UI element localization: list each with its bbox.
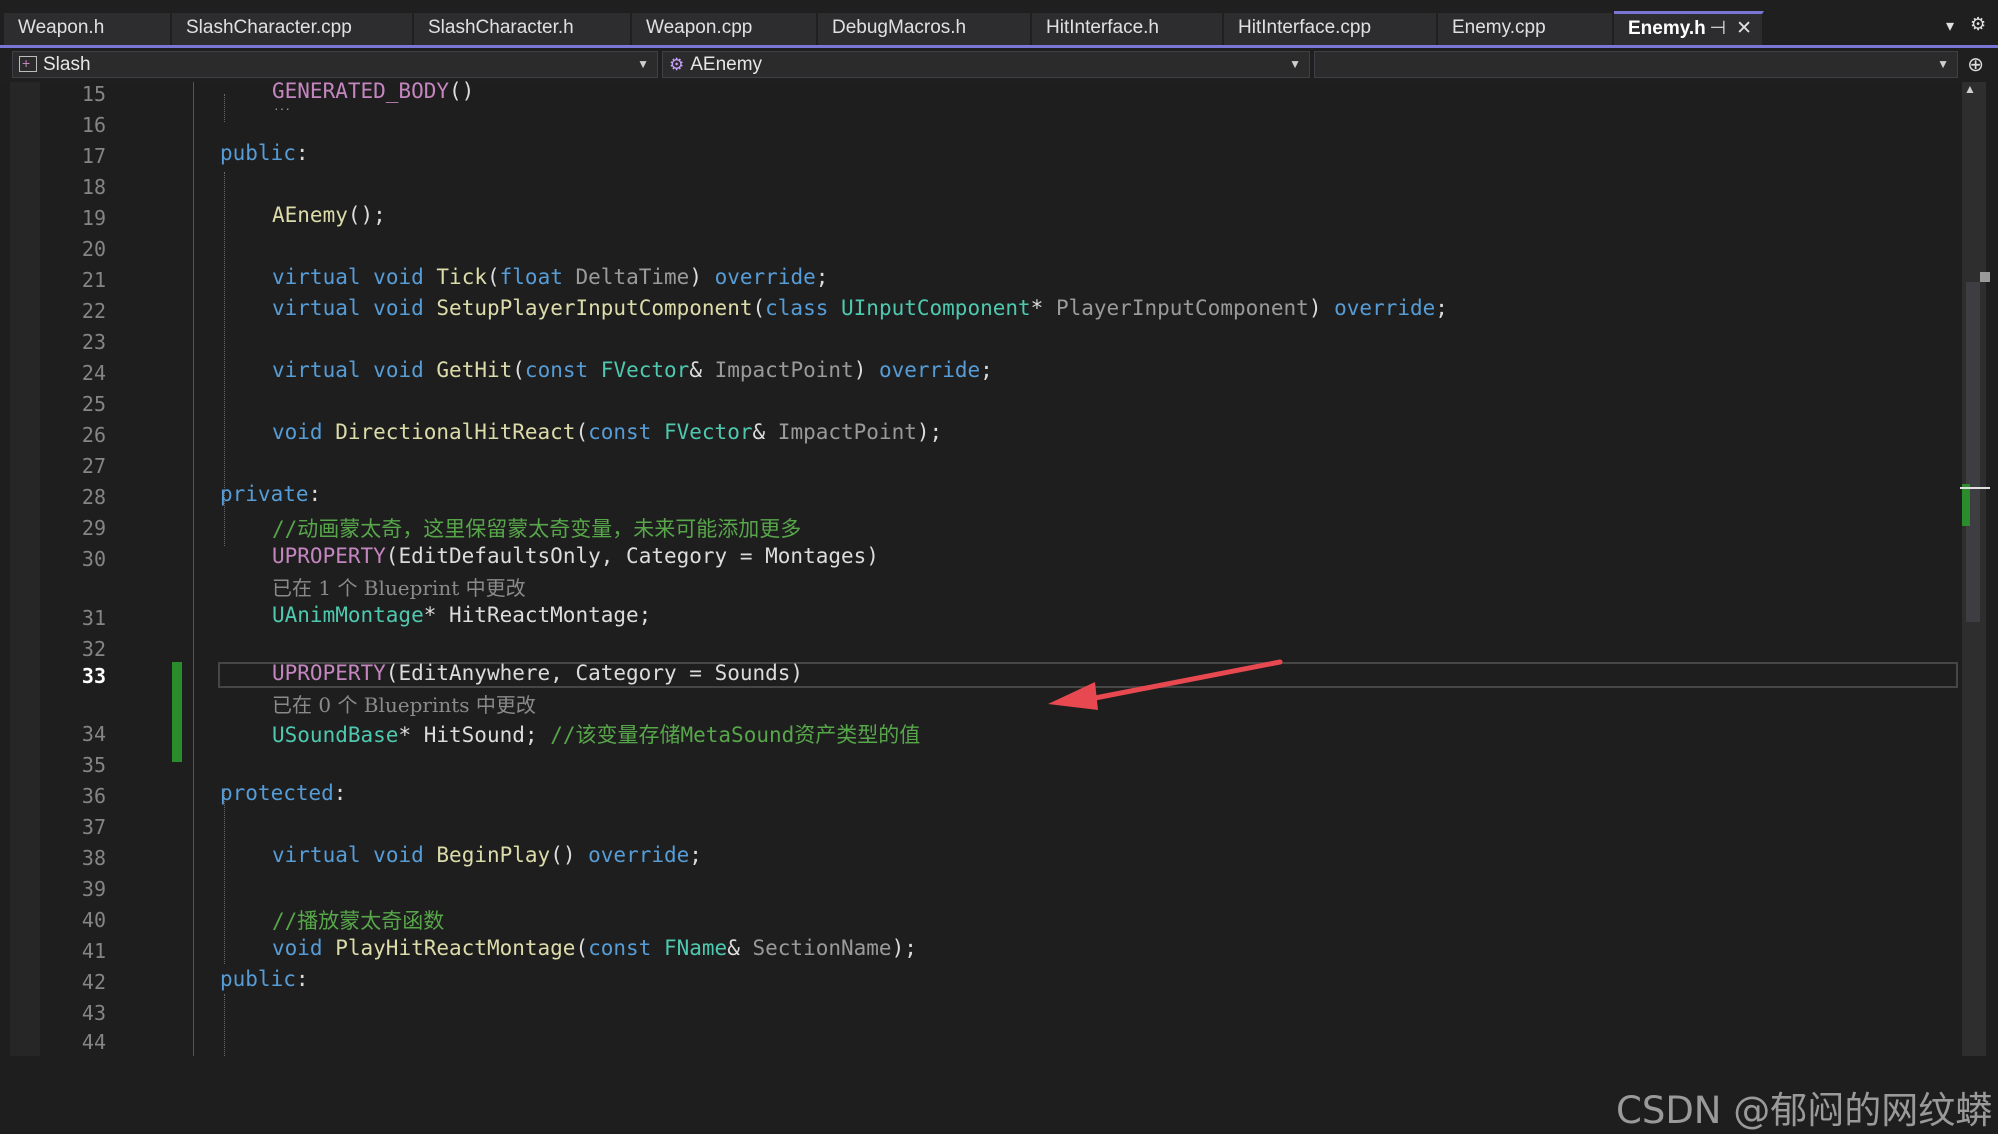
class-icon: ⚙ [669, 55, 685, 74]
tab-label: SlashCharacter.cpp [186, 17, 352, 38]
chevron-down-icon: ▼ [1937, 57, 1949, 71]
document-tab-strip: Weapon.h SlashCharacter.cpp SlashCharact… [0, 0, 1998, 45]
tab-enemy-cpp[interactable]: Enemy.cpp [1438, 13, 1614, 45]
chevron-down-icon: ▼ [1289, 57, 1301, 71]
project-dropdown[interactable]: Slash ▼ [12, 51, 658, 78]
split-editor-icon[interactable]: ⊕ [1967, 52, 1984, 77]
tab-label: HitInterface.cpp [1238, 17, 1372, 38]
tab-hitinterface-cpp[interactable]: HitInterface.cpp [1224, 13, 1438, 45]
caret-position-marker [1960, 487, 1990, 489]
arrow-shaft [1087, 659, 1283, 702]
scroll-up-arrow-icon[interactable]: ▲ [1964, 82, 1976, 96]
tab-label: SlashCharacter.h [428, 17, 574, 38]
arrow-head [1048, 682, 1098, 710]
tab-label: Weapon.cpp [646, 17, 753, 38]
navigation-bar: Slash ▼ ⚙ AEnemy ▼ ▼ ⊕ [0, 48, 1998, 82]
project-icon [19, 51, 37, 76]
class-dropdown[interactable]: ⚙ AEnemy ▼ [662, 51, 1310, 78]
tab-label: Enemy.cpp [1452, 17, 1546, 38]
settings-gear-icon[interactable]: ⚙ [1970, 14, 1986, 35]
code-editor[interactable]: 15 16 17 18 19 20 21 22 23 24 25 26 27 2… [0, 79, 1998, 1132]
annotation-arrow [1048, 659, 1283, 710]
pin-icon[interactable]: ⊣ [1710, 18, 1727, 39]
scroll-grip[interactable] [1980, 272, 1990, 282]
change-marker [1962, 484, 1970, 526]
tab-slashcharacter-h[interactable]: SlashCharacter.h [414, 13, 632, 45]
tab-label: Weapon.h [18, 17, 105, 38]
member-dropdown[interactable]: ▼ [1314, 51, 1958, 78]
class-name: AEnemy [690, 54, 763, 75]
vertical-scrollbar[interactable] [1960, 82, 1998, 1056]
tab-enemy-h[interactable]: Enemy.h ⊣ ✕ [1614, 11, 1764, 45]
tab-label: Enemy.h [1628, 18, 1706, 39]
close-icon[interactable]: ✕ [1736, 18, 1752, 39]
tab-label: DebugMacros.h [832, 17, 967, 38]
tab-slashcharacter-cpp[interactable]: SlashCharacter.cpp [172, 13, 414, 45]
tab-debugmacros-h[interactable]: DebugMacros.h [818, 13, 1032, 45]
tab-weapon-cpp[interactable]: Weapon.cpp [632, 13, 818, 45]
tab-weapon-h[interactable]: Weapon.h [4, 13, 172, 45]
chevron-down-icon: ▼ [637, 57, 649, 71]
project-name: Slash [43, 54, 91, 75]
tab-overflow-icon[interactable]: ▾ [1946, 16, 1954, 36]
watermark: CSDN @郁闷的网纹蟒 [1616, 1089, 1993, 1132]
tab-label: HitInterface.h [1046, 17, 1159, 38]
tab-hitinterface-h[interactable]: HitInterface.h [1032, 13, 1224, 45]
scroll-thumb[interactable] [1966, 282, 1980, 622]
